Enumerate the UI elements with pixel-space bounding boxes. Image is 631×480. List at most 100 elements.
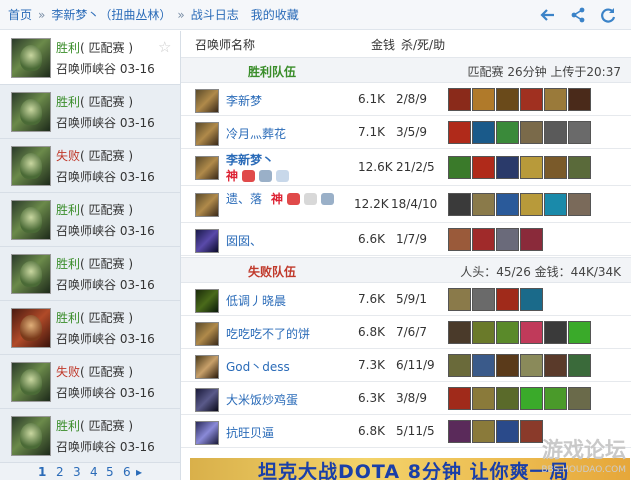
player-money: 6.6K bbox=[358, 232, 385, 246]
champion-avatar bbox=[195, 355, 219, 379]
item-icon bbox=[472, 321, 495, 344]
player-money: 6.8K bbox=[358, 424, 385, 438]
item-icon bbox=[568, 193, 591, 216]
god-badge: 神 bbox=[271, 192, 284, 206]
page-link[interactable]: 3 bbox=[73, 465, 81, 479]
page-link[interactable]: 1 bbox=[38, 465, 46, 479]
player-name[interactable]: 囡囡、 bbox=[226, 232, 262, 249]
match-result: 失败 bbox=[56, 365, 81, 379]
player-name[interactable]: 大米饭炒鸡蛋 bbox=[226, 391, 298, 408]
page-link[interactable]: 6 bbox=[123, 465, 131, 479]
item-icon bbox=[496, 121, 519, 144]
item-icon bbox=[496, 193, 519, 216]
player-name[interactable]: 冷月灬葬花 bbox=[226, 125, 286, 142]
match-list-item[interactable]: 失败( 匹配赛 ) 召唤师峡谷 03-16 bbox=[0, 139, 180, 193]
player-row[interactable]: 冷月灬葬花 7.1K 3/5/9 bbox=[181, 117, 631, 149]
item-icon bbox=[568, 121, 591, 144]
player-row[interactable]: 李新梦 6.1K 2/8/9 bbox=[181, 84, 631, 116]
champion-avatar bbox=[195, 229, 219, 253]
player-row[interactable]: 大米饭炒鸡蛋 6.3K 3/8/9 bbox=[181, 383, 631, 415]
match-date: 03-16 bbox=[119, 332, 155, 346]
match-list-item[interactable]: 胜利( 匹配赛 ) 召唤师峡谷 03-16 ☆ bbox=[0, 31, 180, 85]
item-icon bbox=[496, 156, 519, 179]
champion-avatar bbox=[11, 416, 51, 456]
item-icon bbox=[448, 387, 471, 410]
match-list-item[interactable]: 胜利( 匹配赛 ) 召唤师峡谷 03-16 bbox=[0, 409, 180, 463]
match-result: 失败 bbox=[56, 149, 81, 163]
match-map: 召唤师峡谷 bbox=[56, 332, 117, 346]
player-money: 6.8K bbox=[358, 325, 385, 339]
player-name[interactable]: God丶dess bbox=[226, 358, 290, 375]
champion-avatar bbox=[195, 156, 219, 180]
item-icon bbox=[544, 121, 567, 144]
match-list-item[interactable]: 胜利( 匹配赛 ) 召唤师峡谷 03-16 bbox=[0, 247, 180, 301]
player-row[interactable]: 低调丿晓晨 7.6K 5/9/1 bbox=[181, 284, 631, 316]
boot-badge-icon bbox=[287, 192, 301, 205]
item-icon bbox=[448, 193, 471, 216]
item-slots bbox=[448, 321, 591, 344]
breadcrumb-player[interactable]: 李新梦丶（扭曲丛林） bbox=[51, 6, 171, 23]
item-icon bbox=[568, 88, 591, 111]
item-icon bbox=[448, 321, 471, 344]
player-name[interactable]: 李新梦丶 bbox=[226, 151, 274, 168]
watermark-site: BBS.HOUDAO.COM bbox=[541, 465, 626, 475]
item-icon bbox=[496, 354, 519, 377]
player-money: 12.6K bbox=[358, 160, 393, 174]
page-link[interactable]: 4 bbox=[90, 465, 98, 479]
match-result: 胜利 bbox=[56, 203, 81, 217]
refresh-icon[interactable] bbox=[599, 6, 617, 24]
item-icon bbox=[496, 387, 519, 410]
site-watermark: 游戏论坛 BBS.HOUDAO.COM bbox=[531, 434, 629, 478]
player-name[interactable]: 低调丿晓晨 bbox=[226, 292, 286, 309]
match-result: 胜利 bbox=[56, 41, 81, 55]
champion-avatar bbox=[11, 38, 51, 78]
item-icon bbox=[448, 88, 471, 111]
match-result: 胜利 bbox=[56, 311, 81, 325]
match-list-item[interactable]: 胜利( 匹配赛 ) 召唤师峡谷 03-16 bbox=[0, 85, 180, 139]
sword-badge-icon bbox=[321, 192, 335, 205]
item-icon bbox=[496, 228, 519, 251]
player-name[interactable]: 李新梦 bbox=[226, 92, 262, 109]
item-icon bbox=[496, 420, 519, 443]
player-money: 7.6K bbox=[358, 292, 385, 306]
item-icon bbox=[472, 121, 495, 144]
breadcrumb-home[interactable]: 首页 bbox=[8, 6, 32, 23]
match-map: 召唤师峡谷 bbox=[56, 224, 117, 238]
player-row[interactable]: God丶dess 7.3K 6/11/9 bbox=[181, 350, 631, 382]
champion-avatar bbox=[195, 289, 219, 313]
honor-badges: 神 bbox=[226, 167, 290, 184]
item-slots bbox=[448, 121, 591, 144]
player-name[interactable]: 遗、落 bbox=[226, 190, 262, 207]
favorite-star-icon[interactable]: ☆ bbox=[158, 38, 171, 56]
player-row[interactable]: 囡囡、 6.6K 1/7/9 bbox=[181, 224, 631, 256]
player-row[interactable]: 遗、落 神 12.2K 18/4/10 bbox=[181, 187, 631, 223]
item-icon bbox=[544, 354, 567, 377]
player-kda: 3/8/9 bbox=[396, 391, 427, 405]
match-mode: ( 匹配赛 ) bbox=[80, 257, 134, 271]
breadcrumb-battle-log[interactable]: 战斗日志 bbox=[191, 6, 239, 23]
player-name[interactable]: 吃吃吃不了的饼 bbox=[226, 325, 310, 342]
share-icon[interactable] bbox=[569, 6, 587, 24]
player-name[interactable]: 抗旺贝逼 bbox=[226, 424, 274, 441]
match-list-item[interactable]: 失败( 匹配赛 ) 召唤师峡谷 03-16 bbox=[0, 355, 180, 409]
page-link[interactable]: 5 bbox=[106, 465, 114, 479]
player-kda: 1/7/9 bbox=[396, 232, 427, 246]
item-slots bbox=[448, 387, 591, 410]
champion-avatar bbox=[195, 122, 219, 146]
item-icon bbox=[568, 156, 591, 179]
match-list-item[interactable]: 胜利( 匹配赛 ) 召唤师峡谷 03-16 bbox=[0, 193, 180, 247]
item-icon bbox=[568, 321, 591, 344]
next-page-arrow[interactable]: ▸ bbox=[136, 465, 142, 479]
champion-avatar bbox=[11, 362, 51, 402]
page-link[interactable]: 2 bbox=[56, 465, 64, 479]
god-badge: 神 bbox=[226, 169, 239, 183]
breadcrumb-favorites[interactable]: 我的收藏 bbox=[251, 6, 299, 23]
player-row[interactable]: 李新梦丶 神 12.6K 21/2/5 bbox=[181, 150, 631, 186]
back-arrow-icon[interactable] bbox=[539, 6, 557, 24]
column-header-kda: 杀/死/助 bbox=[401, 38, 446, 52]
champion-avatar bbox=[195, 193, 219, 217]
match-list-item[interactable]: 胜利( 匹配赛 ) 召唤师峡谷 03-16 bbox=[0, 301, 180, 355]
player-row[interactable]: 吃吃吃不了的饼 6.8K 7/6/7 bbox=[181, 317, 631, 349]
item-icon bbox=[448, 228, 471, 251]
champion-avatar bbox=[195, 421, 219, 445]
